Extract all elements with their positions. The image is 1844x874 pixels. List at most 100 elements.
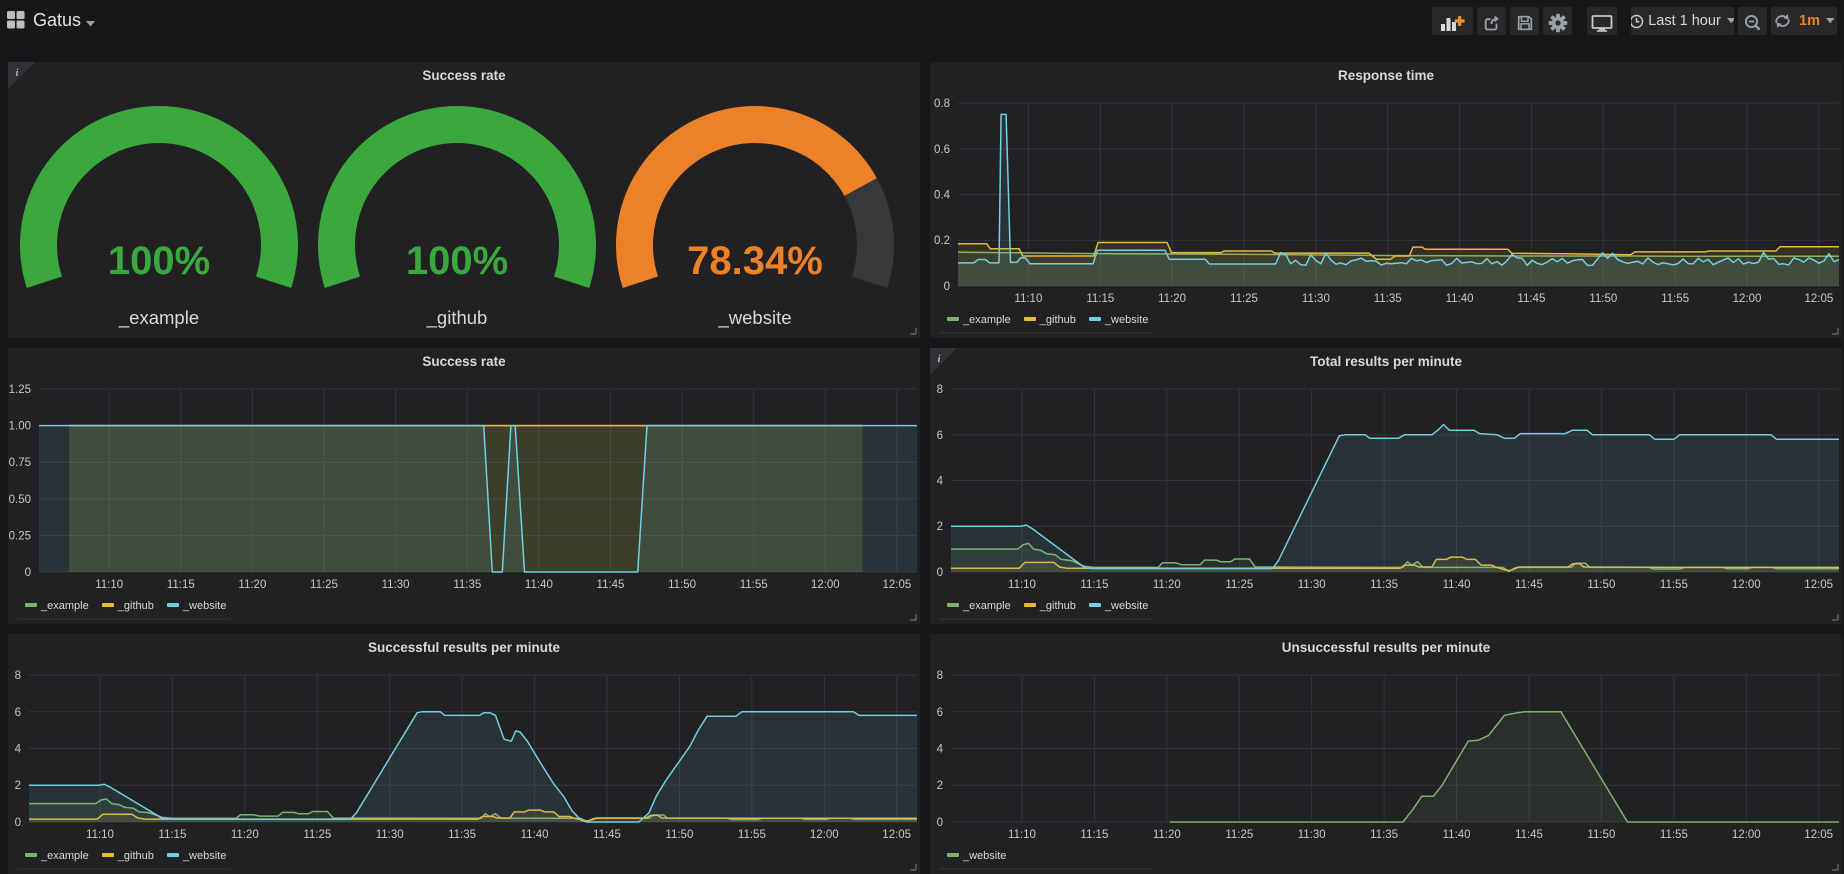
svg-text:Total results per minute: Total results per minute	[1310, 354, 1463, 369]
svg-text:0: 0	[15, 817, 21, 829]
svg-text:_github: _github	[426, 307, 488, 329]
svg-text:12:00: 12:00	[1732, 579, 1761, 591]
svg-text:11:40: 11:40	[1446, 293, 1474, 305]
svg-text:11:35: 11:35	[1370, 579, 1398, 591]
svg-text:12:05: 12:05	[1805, 293, 1834, 305]
svg-text:11:55: 11:55	[1660, 829, 1688, 841]
svg-text:12:05: 12:05	[1804, 829, 1833, 841]
svg-text:11:50: 11:50	[1589, 293, 1617, 305]
svg-text:11:30: 11:30	[1298, 579, 1326, 591]
svg-text:12:05: 12:05	[1804, 579, 1833, 591]
svg-text:11:15: 11:15	[167, 579, 195, 591]
svg-text:0: 0	[937, 817, 943, 829]
svg-text:11:20: 11:20	[1158, 293, 1186, 305]
svg-text:12:00: 12:00	[810, 829, 839, 841]
svg-text:11:20: 11:20	[238, 579, 266, 591]
svg-text:100%: 100%	[108, 239, 210, 283]
svg-text:2: 2	[15, 780, 21, 792]
svg-text:78.34%: 78.34%	[687, 239, 823, 283]
svg-text:8: 8	[937, 670, 943, 682]
svg-text:11:35: 11:35	[448, 829, 476, 841]
svg-text:12:00: 12:00	[1732, 829, 1761, 841]
svg-text:2: 2	[937, 780, 943, 792]
svg-text:11:50: 11:50	[665, 829, 693, 841]
svg-text:4: 4	[937, 476, 944, 488]
svg-text:6: 6	[937, 430, 943, 442]
svg-text:12:05: 12:05	[883, 579, 912, 591]
svg-text:4: 4	[937, 744, 944, 756]
svg-text:11:45: 11:45	[1517, 293, 1545, 305]
svg-text:8: 8	[15, 670, 21, 682]
svg-text:11:30: 11:30	[382, 579, 410, 591]
svg-text:11:30: 11:30	[1298, 829, 1326, 841]
svg-text:11:40: 11:40	[525, 579, 553, 591]
svg-text:11:20: 11:20	[231, 829, 259, 841]
svg-text:i: i	[938, 354, 941, 365]
svg-text:_example: _example	[118, 307, 199, 329]
svg-text:12:00: 12:00	[1733, 293, 1762, 305]
svg-text:8: 8	[937, 384, 943, 396]
svg-text:11:15: 11:15	[1080, 829, 1108, 841]
svg-text:11:10: 11:10	[1008, 829, 1036, 841]
svg-text:11:50: 11:50	[1587, 829, 1615, 841]
svg-text:11:30: 11:30	[376, 829, 404, 841]
svg-text:11:35: 11:35	[453, 579, 481, 591]
svg-text:11:55: 11:55	[1661, 293, 1689, 305]
svg-text:11:55: 11:55	[1660, 579, 1688, 591]
svg-text:Unsuccessful results per minut: Unsuccessful results per minute	[1282, 640, 1491, 655]
svg-text:11:50: 11:50	[1587, 579, 1615, 591]
svg-text:11:40: 11:40	[1443, 579, 1471, 591]
svg-text:11:50: 11:50	[668, 579, 696, 591]
svg-text:11:25: 11:25	[310, 579, 338, 591]
svg-text:6: 6	[937, 707, 943, 719]
svg-text:1.25: 1.25	[9, 384, 31, 396]
svg-text:11:20: 11:20	[1153, 829, 1181, 841]
svg-text:11:35: 11:35	[1370, 829, 1398, 841]
svg-text:12:00: 12:00	[811, 579, 840, 591]
svg-text:11:25: 11:25	[1225, 579, 1253, 591]
svg-text:0.2: 0.2	[934, 235, 950, 247]
svg-text:i: i	[16, 68, 19, 79]
svg-text:11:25: 11:25	[1230, 293, 1258, 305]
svg-text:Successful results per minute: Successful results per minute	[368, 640, 561, 655]
svg-text:11:10: 11:10	[1008, 579, 1036, 591]
svg-text:11:10: 11:10	[1014, 293, 1042, 305]
svg-text:11:25: 11:25	[1225, 829, 1253, 841]
svg-text:1.00: 1.00	[9, 421, 31, 433]
svg-text:_website: _website	[717, 307, 791, 329]
svg-text:Response time: Response time	[1338, 68, 1435, 83]
svg-text:Success rate: Success rate	[422, 354, 506, 369]
svg-text:11:25: 11:25	[303, 829, 331, 841]
svg-text:11:45: 11:45	[593, 829, 621, 841]
svg-text:0: 0	[944, 281, 950, 293]
svg-text:0.4: 0.4	[934, 190, 951, 202]
svg-text:0: 0	[937, 567, 943, 579]
svg-text:11:45: 11:45	[1515, 829, 1543, 841]
svg-text:2: 2	[937, 521, 943, 533]
svg-text:100%: 100%	[406, 239, 508, 283]
svg-text:11:40: 11:40	[521, 829, 549, 841]
svg-text:0.75: 0.75	[9, 457, 31, 469]
svg-text:0.25: 0.25	[9, 530, 31, 542]
svg-text:11:20: 11:20	[1153, 579, 1181, 591]
svg-text:0.6: 0.6	[934, 144, 950, 156]
svg-text:11:35: 11:35	[1374, 293, 1402, 305]
svg-text:12:05: 12:05	[882, 829, 911, 841]
svg-text:11:45: 11:45	[597, 579, 625, 591]
svg-text:11:10: 11:10	[86, 829, 114, 841]
svg-text:11:15: 11:15	[158, 829, 186, 841]
svg-text:11:40: 11:40	[1443, 829, 1471, 841]
svg-text:11:45: 11:45	[1515, 579, 1543, 591]
svg-text:11:55: 11:55	[740, 579, 768, 591]
svg-text:11:15: 11:15	[1080, 579, 1108, 591]
svg-text:0.8: 0.8	[934, 98, 950, 110]
svg-text:11:55: 11:55	[738, 829, 766, 841]
svg-text:11:10: 11:10	[95, 579, 123, 591]
svg-text:11:30: 11:30	[1302, 293, 1330, 305]
svg-text:0.50: 0.50	[9, 494, 31, 506]
svg-text:0: 0	[25, 567, 31, 579]
svg-text:4: 4	[15, 744, 22, 756]
svg-text:11:15: 11:15	[1086, 293, 1114, 305]
svg-text:6: 6	[15, 707, 21, 719]
svg-text:Success rate: Success rate	[422, 68, 506, 83]
